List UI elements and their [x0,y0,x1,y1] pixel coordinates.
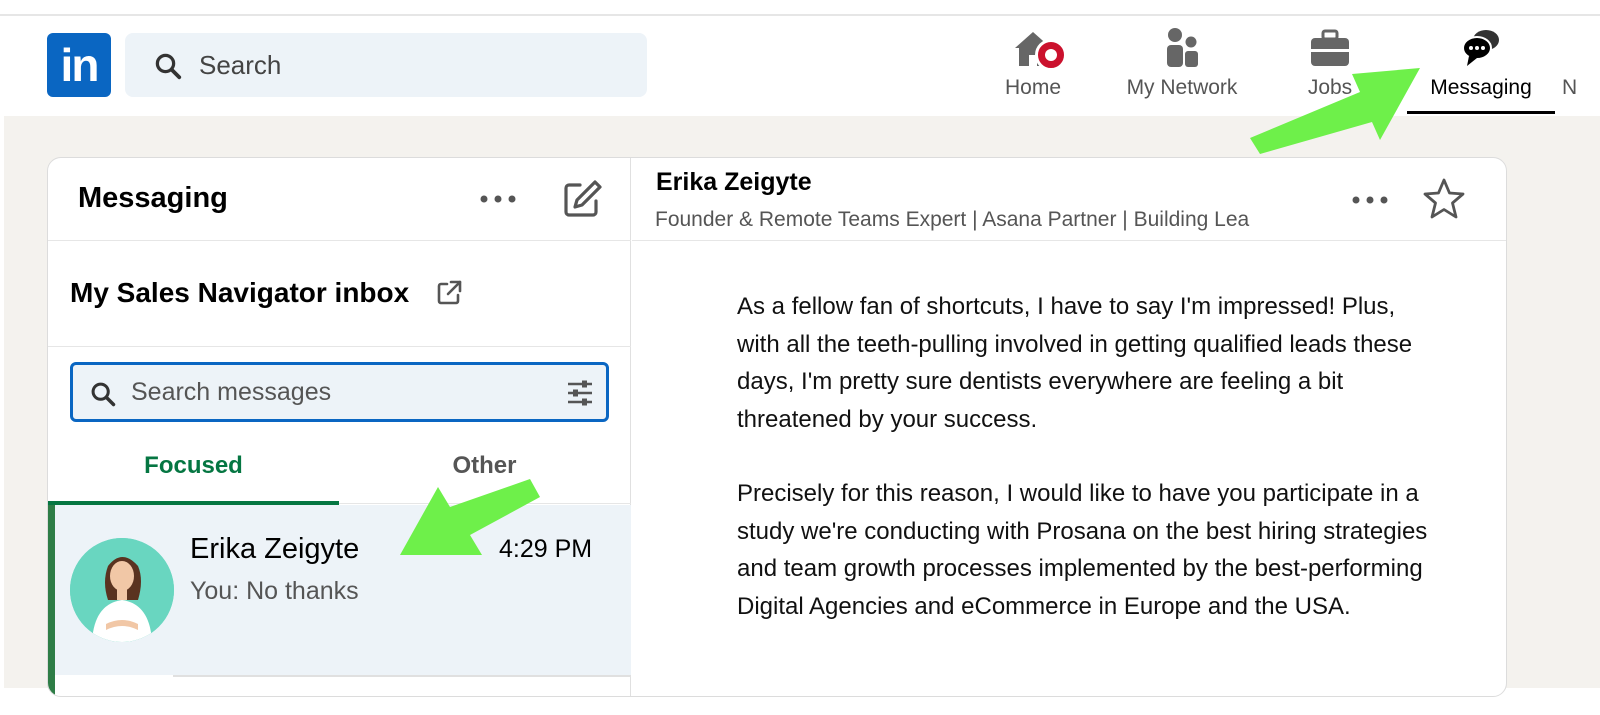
sales-navigator-label: My Sales Navigator inbox [70,277,410,308]
nav-item-my-network[interactable]: My Network [1112,26,1252,116]
conversation-preview: You: No thanks [190,577,359,605]
active-conversation-indicator [48,505,55,696]
global-nav: in Search Home My Network Jobs Messaging… [0,16,1600,116]
search-messages-input[interactable]: Search messages [70,362,609,422]
list-divider [173,675,631,677]
nav-item-partial[interactable]: N [1562,76,1577,100]
message-thread-pane: Erika Zeigyte Founder & Remote Teams Exp… [632,158,1506,696]
search-messages-placeholder: Search messages [131,378,332,406]
nav-item-home[interactable]: Home [995,26,1071,116]
profile-photo [70,538,174,642]
inbox-tabs: Focused Other [48,438,631,505]
external-link-icon [437,280,462,305]
nav-item-jobs[interactable]: Jobs [1290,26,1370,116]
messaging-header: Messaging [48,158,631,241]
star-icon[interactable] [1421,176,1467,222]
tab-other-label: Other [452,452,517,479]
network-icon [1167,28,1198,67]
tab-other[interactable]: Other [339,438,630,504]
filter-icon[interactable] [565,378,595,408]
conversation-name: Erika Zeigyte [190,533,360,565]
messaging-icon [1462,30,1499,66]
search-icon [155,53,182,80]
briefcase-icon [1311,29,1349,66]
more-options-icon[interactable] [476,182,520,216]
nav-label-my-network: My Network [1126,76,1238,99]
global-search-placeholder: Search [199,50,282,80]
messaging-card: Messaging My Sales Navigator inbox Searc… [47,157,1507,697]
sales-navigator-inbox-link[interactable]: My Sales Navigator inbox [48,241,631,347]
page-title: Messaging [78,182,228,214]
more-options-icon[interactable] [1348,183,1392,217]
linkedin-logo[interactable]: in [47,33,111,97]
global-search-bar[interactable]: Search [125,33,647,97]
conversation-list-pane: Messaging My Sales Navigator inbox Searc… [48,158,631,696]
tab-focused-label: Focused [144,452,243,479]
message-paragraph: Precisely for this reason, I would like … [737,480,1428,620]
conversation-list-item[interactable]: Erika Zeigyte 4:29 PM You: No thanks [48,505,631,696]
avatar [70,538,174,642]
contact-name[interactable]: Erika Zeigyte [656,168,812,197]
nav-active-underline [1407,111,1555,114]
conversation-timestamp: 4:29 PM [499,535,593,563]
search-icon [91,382,116,407]
thread-header: Erika Zeigyte Founder & Remote Teams Exp… [632,158,1506,241]
nav-label-jobs: Jobs [1307,76,1353,99]
notification-badge [1035,39,1067,71]
tab-focused[interactable]: Focused [48,438,339,505]
contact-headline: Founder & Remote Teams Expert | Asana Pa… [655,208,1250,231]
nav-item-messaging[interactable]: Messaging [1407,26,1555,116]
nav-label-home: Home [1004,76,1062,99]
nav-label-messaging: Messaging [1430,76,1532,99]
message-body: As a fellow fan of shortcuts, I have to … [737,288,1437,662]
compose-icon[interactable] [560,177,604,221]
message-paragraph: As a fellow fan of shortcuts, I have to … [737,293,1413,433]
